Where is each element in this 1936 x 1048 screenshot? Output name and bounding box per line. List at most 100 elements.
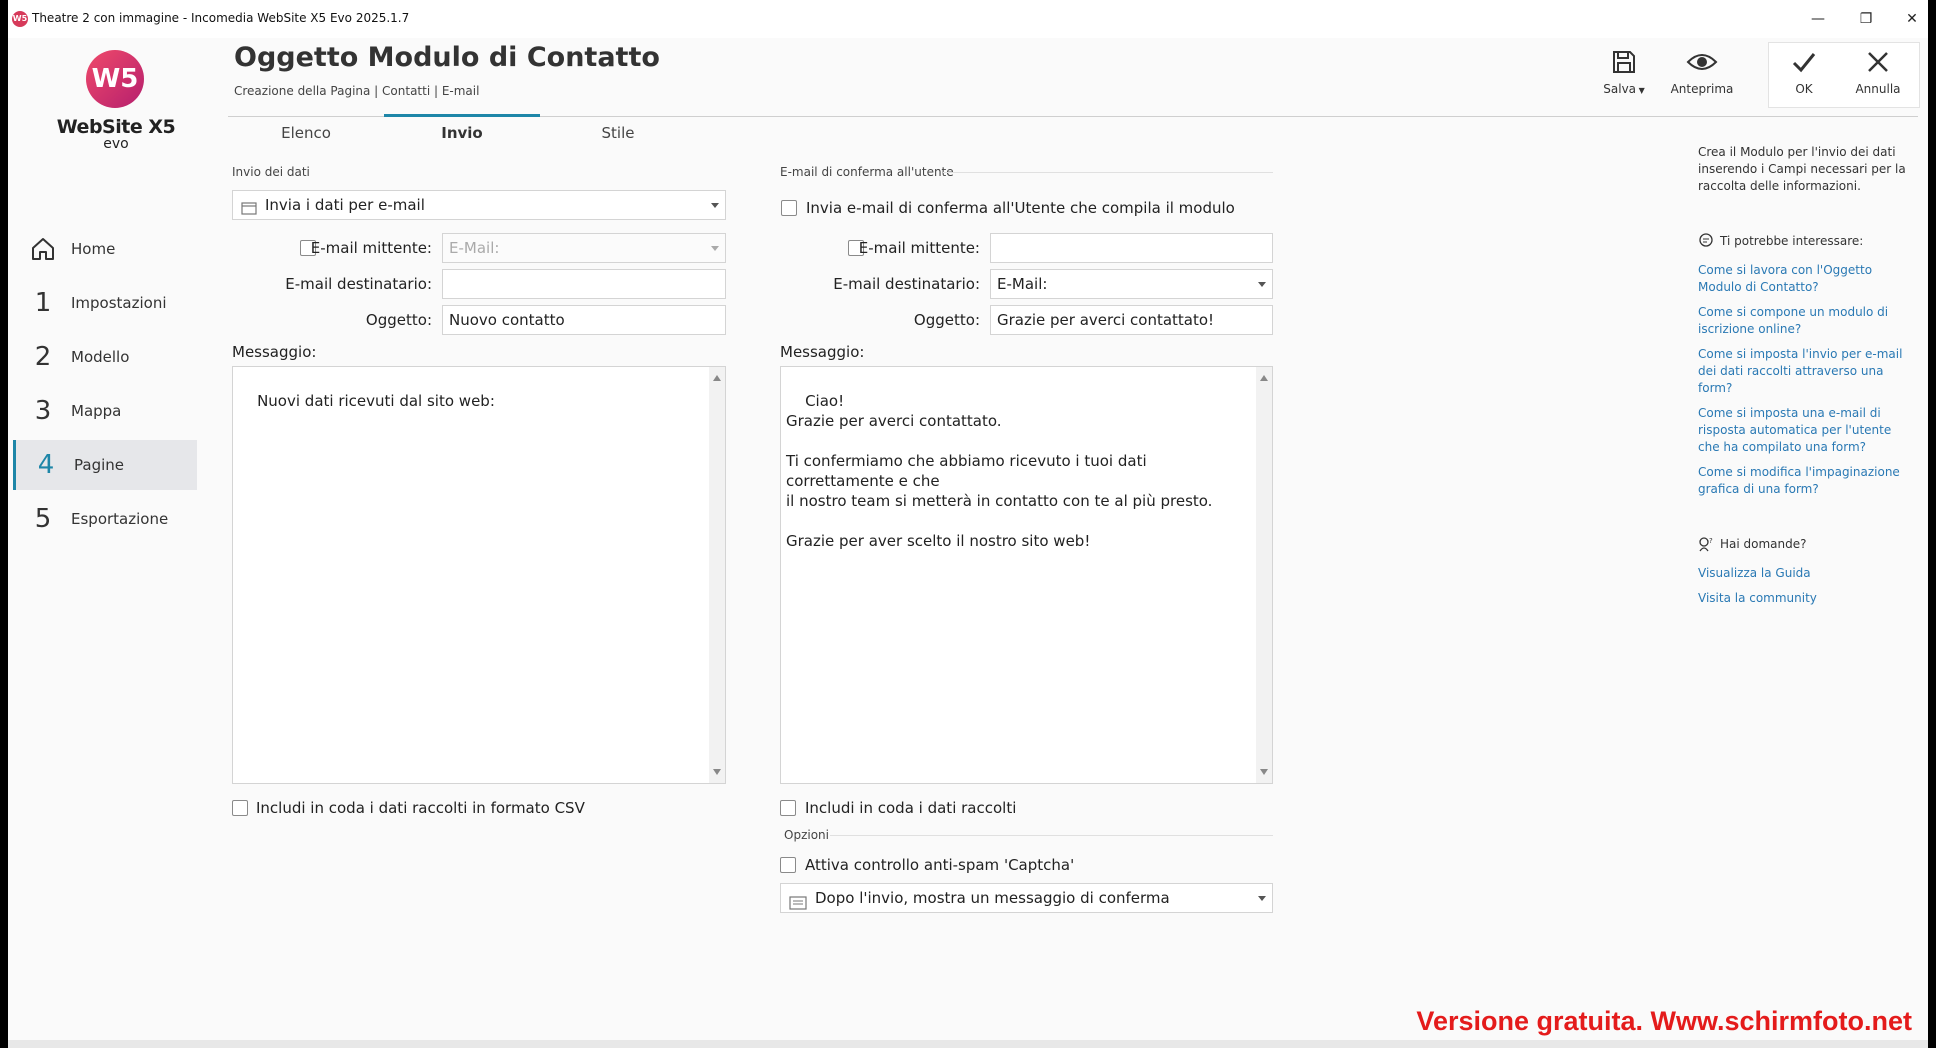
message-label: Messaggio:	[232, 343, 317, 361]
section-opzioni: Opzioni	[784, 828, 829, 842]
help-questions-heading: ? Hai domande?	[1698, 536, 1807, 552]
preview-label: Anteprima	[1670, 82, 1734, 96]
scrollbar[interactable]	[1256, 367, 1272, 783]
sender-email-placeholder: E-Mail:	[449, 239, 500, 257]
nav-item-impostazioni[interactable]: 1 Impostazioni	[13, 278, 197, 328]
nav-item-esportazione[interactable]: 5 Esportazione	[13, 494, 197, 544]
checkmark-icon	[1792, 53, 1816, 73]
chevron-down-icon	[711, 246, 719, 251]
after-send-value: Dopo l'invio, mostra un messaggio di con…	[815, 889, 1170, 907]
ok-label: OK	[1795, 82, 1813, 96]
minimize-button[interactable]: —	[1798, 8, 1838, 30]
website-x5-logo-icon: W5	[86, 50, 144, 108]
active-tab-indicator	[384, 114, 540, 117]
guide-link[interactable]: Visualizza la Guida	[1698, 565, 1913, 582]
section-conferma-utente: E-mail di conferma all'utente	[780, 165, 954, 179]
subject-label: Oggetto:	[365, 311, 432, 329]
subject-input[interactable]: Nuovo contatto	[442, 305, 726, 335]
csv-checkbox[interactable]	[232, 800, 248, 816]
nav-item-modello[interactable]: 2 Modello	[13, 332, 197, 382]
nav-number: 4	[37, 450, 55, 480]
nav-label: Mappa	[71, 402, 122, 420]
community-link[interactable]: Visita la community	[1698, 590, 1913, 607]
nav-item-mappa[interactable]: 3 Mappa	[13, 386, 197, 436]
form-icon	[241, 197, 257, 215]
scroll-down-icon[interactable]	[1260, 769, 1268, 775]
help-link-2[interactable]: Come si compone un modulo di iscrizione …	[1698, 304, 1913, 338]
user-subject-input[interactable]: Grazie per averci contattato!	[990, 305, 1273, 335]
status-bar	[8, 1040, 1928, 1048]
logo-name: WebSite X5	[56, 116, 176, 138]
nav-label: Pagine	[74, 456, 124, 474]
window-title: Theatre 2 con immagine - Incomedia WebSi…	[32, 11, 410, 25]
app-window: W5 Theatre 2 con immagine - Incomedia We…	[8, 0, 1928, 1048]
page-title: Oggetto Modulo di Contatto	[234, 42, 660, 73]
restore-button[interactable]: ❐	[1846, 8, 1886, 30]
nav-number: 2	[34, 342, 52, 372]
save-label: Salva	[1603, 82, 1637, 96]
nav-label: Impostazioni	[71, 294, 167, 312]
include-data-checkbox[interactable]	[780, 800, 796, 816]
save-button[interactable]: Salva ▼	[1584, 48, 1664, 104]
help-questions-title: Hai domande?	[1720, 537, 1807, 551]
help-interest-heading: Ti potrebbe interessare:	[1698, 233, 1863, 249]
save-icon	[1613, 51, 1635, 73]
chevron-down-icon	[1258, 896, 1266, 901]
include-data-label: Includi in coda i dati raccolti	[805, 799, 1017, 817]
csv-label: Includi in coda i dati raccolti in forma…	[256, 799, 585, 817]
user-sender-input[interactable]	[990, 233, 1273, 263]
recipient-email-input[interactable]	[442, 269, 726, 299]
help-interest-title: Ti potrebbe interessare:	[1720, 234, 1864, 248]
close-window-button[interactable]: ✕	[1892, 8, 1932, 30]
section-invio-dati: Invio dei dati	[232, 165, 310, 179]
nav-label: Modello	[71, 348, 130, 366]
cancel-label: Annulla	[1855, 82, 1901, 96]
confirm-email-label: Invia e-mail di conferma all'Utente che …	[806, 199, 1235, 217]
user-recipient-label: E-mail destinatario:	[833, 275, 980, 293]
nav-number: 5	[34, 504, 52, 534]
after-send-select[interactable]: Dopo l'invio, mostra un messaggio di con…	[780, 883, 1273, 913]
svg-text:?: ?	[1709, 537, 1713, 545]
message-textarea[interactable]: Nuovi dati ricevuti dal sito web:	[232, 366, 726, 784]
tab-invio[interactable]: Invio	[384, 124, 540, 142]
help-link-1[interactable]: Come si lavora con l'Oggetto Modulo di C…	[1698, 262, 1913, 296]
user-recipient-select[interactable]: E-Mail:	[990, 269, 1273, 299]
chat-icon	[1699, 233, 1713, 247]
section-rule	[943, 172, 1273, 173]
close-icon	[1868, 52, 1888, 72]
title-bar: W5 Theatre 2 con immagine - Incomedia We…	[8, 0, 1928, 38]
nav-item-pagine[interactable]: 4 Pagine	[13, 440, 197, 490]
cancel-button[interactable]: Annulla	[1838, 48, 1918, 104]
captcha-checkbox[interactable]	[780, 857, 796, 873]
recipient-email-label: E-mail destinatario:	[285, 275, 432, 293]
scroll-up-icon[interactable]	[713, 375, 721, 381]
question-icon: ?	[1699, 537, 1713, 552]
nav-item-home[interactable]: Home	[13, 224, 197, 274]
chevron-down-icon: ▼	[1636, 86, 1645, 95]
tab-stile[interactable]: Stile	[540, 124, 696, 142]
home-icon	[25, 234, 61, 264]
confirm-email-checkbox[interactable]	[781, 200, 797, 216]
scroll-up-icon[interactable]	[1260, 375, 1268, 381]
help-link-4[interactable]: Come si imposta una e-mail di risposta a…	[1698, 405, 1913, 456]
sender-email-select[interactable]: E-Mail:	[442, 233, 726, 263]
nav-number: 3	[34, 396, 52, 426]
preview-button[interactable]: Anteprima	[1662, 48, 1742, 104]
user-subject-label: Oggetto:	[913, 311, 980, 329]
scroll-down-icon[interactable]	[713, 769, 721, 775]
send-mode-value: Invia i dati per e-mail	[265, 196, 425, 214]
ok-button[interactable]: OK	[1764, 48, 1844, 104]
send-mode-select[interactable]: Invia i dati per e-mail	[232, 190, 726, 220]
help-link-3[interactable]: Come si imposta l'invio per e-mail dei d…	[1698, 346, 1913, 397]
chevron-down-icon	[1258, 282, 1266, 287]
nav-label: Home	[71, 240, 116, 258]
user-recipient-value: E-Mail:	[997, 275, 1048, 293]
eye-icon	[1686, 54, 1718, 70]
logo-edition: evo	[103, 136, 129, 152]
help-link-5[interactable]: Come si modifica l'impaginazione grafica…	[1698, 464, 1913, 498]
user-message-text: Ciao! Grazie per averci contattato. Ti c…	[786, 392, 1213, 550]
scrollbar[interactable]	[709, 367, 725, 783]
user-message-textarea[interactable]: Ciao! Grazie per averci contattato. Ti c…	[780, 366, 1273, 784]
tab-elenco[interactable]: Elenco	[228, 124, 384, 142]
breadcrumb: Creazione della Pagina | Contatti | E-ma…	[234, 84, 480, 98]
